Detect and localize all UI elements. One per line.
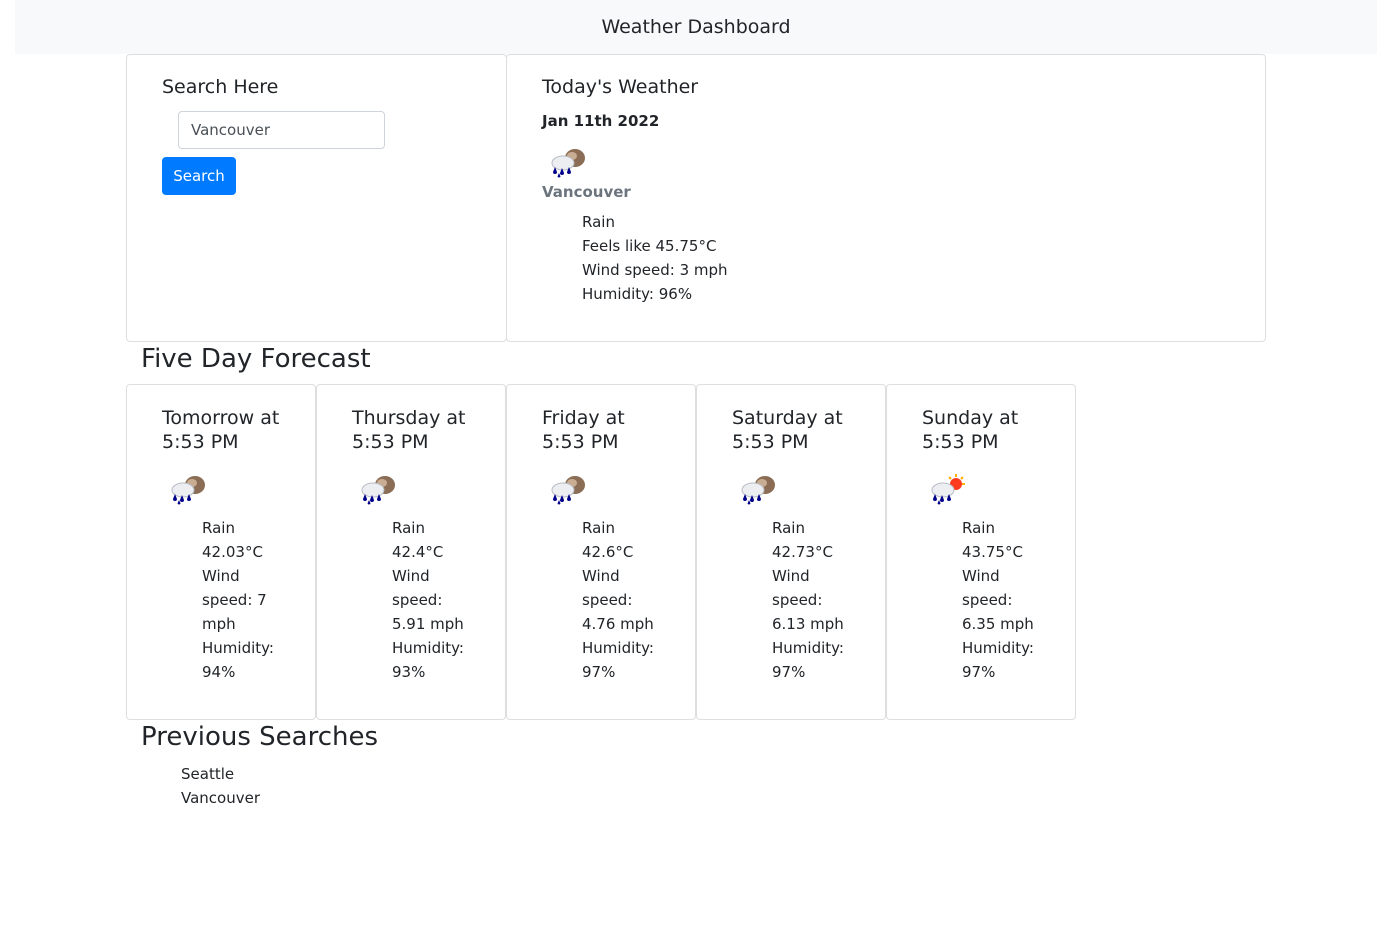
rain-cloud-icon bbox=[171, 476, 205, 505]
forecast-detail-line: Humidity: bbox=[392, 639, 464, 657]
forecast-details: Rain 42.6°C Wind speed: 4.76 mph Humidity: 97% bbox=[582, 516, 654, 684]
todays-date: Jan 11th 2022 bbox=[542, 112, 660, 130]
previous-search-item[interactable]: Vancouver bbox=[181, 786, 260, 810]
forecast-detail-line: 42.4°C bbox=[392, 543, 444, 561]
forecast-detail-line: Humidity: bbox=[962, 639, 1034, 657]
forecast-detail-line: Rain bbox=[392, 519, 425, 537]
forecast-detail-line: 4.76 mph bbox=[582, 615, 654, 633]
forecast-title: Five Day Forecast bbox=[141, 344, 371, 374]
forecast-detail-line: Rain bbox=[962, 519, 995, 537]
forecast-detail-line: 97% bbox=[582, 663, 616, 681]
todays-condition: Rain bbox=[582, 213, 615, 231]
todays-humidity: Humidity: 96% bbox=[582, 285, 693, 303]
todays-city: Vancouver bbox=[542, 183, 631, 201]
forecast-detail-line: Rain bbox=[772, 519, 805, 537]
forecast-detail-line: 97% bbox=[772, 663, 806, 681]
forecast-day-title: Thursday at 5:53 PM bbox=[352, 406, 492, 454]
todays-feels-like: Feels like 45.75°C bbox=[582, 237, 717, 255]
forecast-details: Rain 42.73°C Wind speed: 6.13 mph Humidity: 97… bbox=[772, 516, 844, 684]
forecast-time: 5:53 PM bbox=[732, 431, 809, 453]
forecast-day: Tomorrow at bbox=[162, 407, 280, 429]
todays-wind: Wind speed: 3 mph bbox=[582, 261, 728, 279]
forecast-detail-line: 42.73°C bbox=[772, 543, 833, 561]
forecast-detail-line: 93% bbox=[392, 663, 426, 681]
rain-cloud-icon bbox=[551, 149, 585, 178]
forecast-time: 5:53 PM bbox=[162, 431, 239, 453]
previous-search-item[interactable]: Seattle bbox=[181, 762, 260, 786]
forecast-detail-line: Wind bbox=[582, 567, 620, 585]
forecast-day: Sunday at bbox=[922, 407, 1019, 429]
forecast-detail-line: 97% bbox=[962, 663, 996, 681]
forecast-day: Saturday at bbox=[732, 407, 843, 429]
forecast-day: Friday at bbox=[542, 407, 625, 429]
rain-cloud-icon bbox=[551, 476, 585, 505]
forecast-detail-line: speed: bbox=[772, 591, 823, 609]
forecast-detail-line: 42.6°C bbox=[582, 543, 634, 561]
forecast-details: Rain 42.03°C Wind speed: 7 mph Humidity: 94% bbox=[202, 516, 274, 684]
search-card: Search Here Search bbox=[126, 54, 507, 342]
forecast-day-title: Tomorrow at 5:53 PM bbox=[162, 406, 302, 454]
forecast-time: 5:53 PM bbox=[352, 431, 429, 453]
forecast-day: Thursday at bbox=[352, 407, 466, 429]
forecast-card: Thursday at 5:53 PM Rain 42.4°C Wind speed: 5.… bbox=[316, 384, 506, 720]
forecast-card: Friday at 5:53 PM Rain 42.6°C Wind speed: 4.76… bbox=[506, 384, 696, 720]
forecast-time: 5:53 PM bbox=[542, 431, 619, 453]
navbar-title: Weather Dashboard bbox=[601, 16, 791, 38]
forecast-details: Rain 42.4°C Wind speed: 5.91 mph Humidity: 93% bbox=[392, 516, 464, 684]
forecast-detail-line: 6.35 mph bbox=[962, 615, 1034, 633]
forecast-day-title: Sunday at 5:53 PM bbox=[922, 406, 1062, 454]
rain-sun-icon bbox=[931, 474, 965, 505]
forecast-time: 5:53 PM bbox=[922, 431, 999, 453]
forecast-detail-line: Humidity: bbox=[202, 639, 274, 657]
navbar: Weather Dashboard bbox=[15, 0, 1377, 54]
forecast-detail-line: Humidity: bbox=[582, 639, 654, 657]
forecast-day-title: Friday at 5:53 PM bbox=[542, 406, 682, 454]
forecast-day-title: Saturday at 5:53 PM bbox=[732, 406, 872, 454]
forecast-card: Tomorrow at 5:53 PM Rain 42.03°C Wind speed: … bbox=[126, 384, 316, 720]
forecast-detail-line: speed: 7 bbox=[202, 591, 267, 609]
forecast-detail-line: 42.03°C bbox=[202, 543, 263, 561]
previous-searches-list: Seattle Vancouver bbox=[181, 762, 260, 810]
forecast-detail-line: Wind bbox=[772, 567, 810, 585]
search-button[interactable]: Search bbox=[162, 157, 236, 195]
forecast-detail-line: 94% bbox=[202, 663, 236, 681]
forecast-detail-line: speed: bbox=[582, 591, 633, 609]
forecast-detail-line: speed: bbox=[392, 591, 443, 609]
forecast-card: Saturday at 5:53 PM Rain 42.73°C Wind speed: 6… bbox=[696, 384, 886, 720]
todays-weather-card: Today's Weather Jan 11th 2022 Vancouver … bbox=[506, 54, 1266, 342]
rain-cloud-icon bbox=[741, 476, 775, 505]
forecast-card: Sunday at 5:53 PM Rain 43.75°C Wind speed: 6.3… bbox=[886, 384, 1076, 720]
forecast-detail-line: Wind bbox=[202, 567, 240, 585]
forecast-detail-line: Rain bbox=[202, 519, 235, 537]
todays-weather-details: Rain Feels like 45.75°C Wind speed: 3 mp… bbox=[582, 210, 728, 306]
forecast-detail-line: Wind bbox=[962, 567, 1000, 585]
search-title: Search Here bbox=[162, 76, 279, 98]
forecast-detail-line: Wind bbox=[392, 567, 430, 585]
forecast-detail-line: mph bbox=[202, 615, 236, 633]
forecast-details: Rain 43.75°C Wind speed: 6.35 mph Humidity: 97… bbox=[962, 516, 1034, 684]
forecast-detail-line: speed: bbox=[962, 591, 1013, 609]
previous-searches-title: Previous Searches bbox=[141, 722, 379, 752]
forecast-detail-line: 43.75°C bbox=[962, 543, 1023, 561]
todays-weather-title: Today's Weather bbox=[542, 76, 699, 98]
forecast-detail-line: 5.91 mph bbox=[392, 615, 464, 633]
forecast-detail-line: 6.13 mph bbox=[772, 615, 844, 633]
forecast-detail-line: Humidity: bbox=[772, 639, 844, 657]
search-input[interactable] bbox=[178, 111, 385, 149]
forecast-detail-line: Rain bbox=[582, 519, 615, 537]
rain-cloud-icon bbox=[361, 476, 395, 505]
